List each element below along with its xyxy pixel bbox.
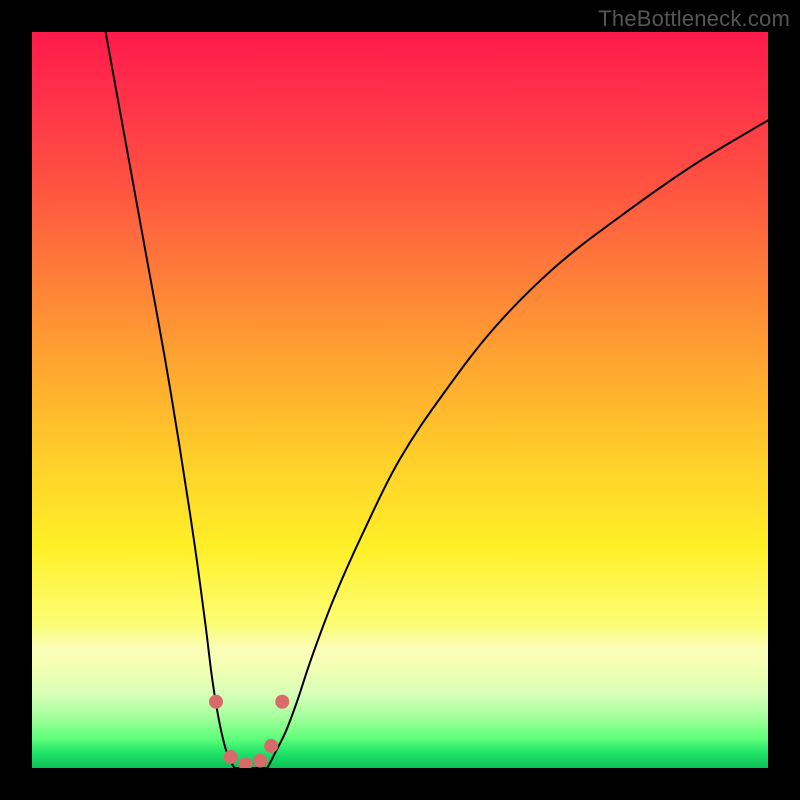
highlight-point: [264, 739, 278, 753]
curve-left-branch: [106, 32, 235, 768]
chart-frame: TheBottleneck.com: [0, 0, 800, 800]
curve-layer: [32, 32, 768, 768]
bottleneck-curve: [106, 32, 768, 768]
highlight-point: [209, 695, 223, 709]
highlight-point: [253, 754, 267, 768]
highlight-point: [238, 757, 252, 768]
watermark-text: TheBottleneck.com: [598, 6, 790, 32]
highlight-point: [275, 695, 289, 709]
plot-area: [32, 32, 768, 768]
highlight-point: [224, 750, 238, 764]
curve-right-branch: [268, 120, 768, 768]
